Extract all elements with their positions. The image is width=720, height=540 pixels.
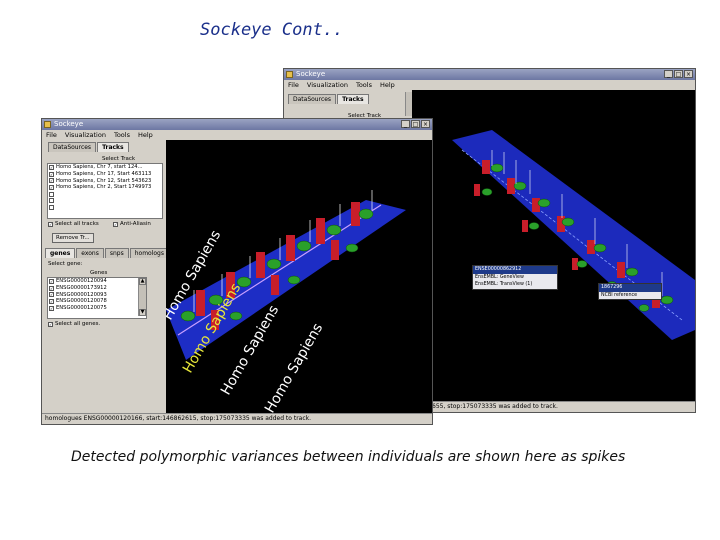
close-icon[interactable]: ×	[684, 70, 693, 78]
tab-snps[interactable]: snps	[104, 248, 129, 258]
context-menu-item[interactable]: ENSE00000862912	[473, 266, 557, 274]
menu-visualization[interactable]: Visualization	[307, 80, 348, 90]
slide-title: Sockeye Cont..	[200, 20, 344, 40]
scene-graphics	[452, 130, 695, 340]
list-item[interactable]: ✓ ENSG00000120093	[48, 291, 146, 298]
track-label: Homo Sapiens, Chr 17, Start 463113	[56, 171, 152, 178]
tabs-scroll[interactable]	[405, 92, 412, 116]
gene-list-scrollbar[interactable]: ▲ ▼	[138, 278, 146, 316]
track-label: Homo Sapiens, Chr 12, Start 543623	[56, 177, 152, 184]
track-checkbox[interactable]: ✓	[49, 164, 54, 170]
list-item[interactable]	[48, 204, 162, 211]
3d-scene-view[interactable]: ENSE00000862912 EnsEMBL: GeneView EnsEMB…	[412, 90, 695, 402]
close-icon[interactable]: ×	[421, 120, 430, 128]
list-item[interactable]: ✓ Homo Sapiens, Chr 12, Start 543623	[48, 177, 162, 184]
menu-bar: File Visualization Tools Help	[284, 80, 695, 90]
anti-alias-label: Anti-Aliasin	[120, 221, 151, 227]
app-icon	[286, 71, 293, 78]
gene-checkbox[interactable]: ✓	[49, 278, 54, 284]
menu-bar: File Visualization Tools Help	[42, 130, 432, 140]
tab-homologs[interactable]: homologs	[129, 248, 169, 258]
tab-tracks[interactable]: Tracks	[337, 94, 369, 104]
tab-tracks[interactable]: Tracks	[97, 142, 129, 152]
gene-checkbox[interactable]: ✓	[49, 305, 54, 311]
slide-caption: Detected polymorphic variances between i…	[71, 449, 626, 465]
gene-label: ENSG00000173912	[56, 285, 107, 292]
title-bar[interactable]: Sockeye _ □ ×	[42, 119, 432, 130]
list-item[interactable]: ✓ ENSG00000173912	[48, 285, 146, 292]
track-checkbox[interactable]	[49, 198, 54, 204]
app-icon	[44, 121, 51, 128]
anti-alias-checkbox[interactable]: ✓	[113, 222, 118, 227]
list-item[interactable]: ✓ Homo Sapiens, Chr 17, Start 463113	[48, 171, 162, 178]
list-item[interactable]: ✓ Homo Sapiens, Chr 7, start 124...	[48, 164, 162, 171]
status-text: 655, stop:175073335 was added to track.	[432, 403, 558, 410]
minimize-icon[interactable]: _	[401, 120, 410, 128]
select-track-label: Select Track	[102, 156, 136, 162]
list-item[interactable]	[48, 197, 162, 204]
maximize-icon[interactable]: □	[411, 120, 420, 128]
track-list: ✓ Homo Sapiens, Chr 7, start 124... ✓ Homo…	[47, 163, 163, 219]
gene-label: ENSG00000120078	[56, 298, 107, 305]
context-menu-item[interactable]: 1867296	[599, 284, 661, 292]
minimize-icon[interactable]: _	[664, 70, 673, 78]
context-menu: ENSE00000862912 EnsEMBL: GeneView EnsEMB…	[472, 265, 558, 290]
context-menu-item[interactable]: NCBI reference	[599, 292, 661, 300]
gene-label: ENSG00000120093	[56, 291, 107, 298]
track-checkbox[interactable]: ✓	[49, 184, 54, 190]
left-panel: DataSources Tracks Select Track ✓ Homo Sa…	[42, 140, 169, 406]
scroll-up-icon[interactable]: ▲	[139, 278, 146, 285]
gene-list: ✓ ENSG00000120094 ✓ ENSG00000173912 ✓ ENSG0…	[47, 277, 147, 319]
title-bar[interactable]: Sockeye _ □ ×	[284, 69, 695, 80]
tab-datasources[interactable]: DataSources	[48, 142, 97, 152]
menu-tools[interactable]: Tools	[356, 80, 372, 90]
status-text: homologues ENSG00000120166, start:146862…	[45, 415, 312, 422]
menu-visualization[interactable]: Visualization	[65, 130, 106, 140]
maximize-icon[interactable]: □	[674, 70, 683, 78]
window-title: Sockeye	[54, 120, 84, 128]
track-checkbox[interactable]: ✓	[49, 171, 54, 177]
list-item[interactable]: ✓ ENSG00000120075	[48, 305, 146, 312]
select-all-genes-checkbox[interactable]: ✓	[48, 322, 53, 327]
tab-datasources[interactable]: DataSources	[288, 94, 337, 104]
menu-file[interactable]: File	[46, 130, 57, 140]
select-all-tracks-checkbox[interactable]: ✓	[48, 222, 53, 227]
tab-exons[interactable]: exons	[76, 248, 104, 258]
select-gene-label: Select gene:	[48, 261, 83, 267]
select-all-genes-label: Select all genes.	[55, 321, 101, 327]
status-bar: homologues ENSG00000120166, start:146862…	[42, 413, 432, 424]
track-label: Homo Sapiens, Chr 7, start 124...	[56, 164, 143, 171]
window-title: Sockeye	[296, 70, 326, 78]
gene-label: ENSG00000120075	[56, 305, 107, 312]
gene-checkbox[interactable]: ✓	[49, 298, 54, 304]
gene-label: ENSG00000120094	[56, 278, 107, 285]
sockeye-window-front: Sockeye _ □ × File Visualization Tools H…	[41, 118, 433, 425]
list-item[interactable]	[48, 191, 162, 198]
3d-scene-view[interactable]: Homo Sapiens Homo Sapiens Homo Sapiens H…	[166, 140, 432, 416]
remove-track-button[interactable]: Remove Tr...	[52, 233, 94, 243]
menu-help[interactable]: Help	[138, 130, 153, 140]
context-menu-item[interactable]: EnsEMBL: GeneView	[473, 274, 557, 282]
list-item[interactable]: ✓ ENSG00000120078	[48, 298, 146, 305]
menu-help[interactable]: Help	[380, 80, 395, 90]
menu-tools[interactable]: Tools	[114, 130, 130, 140]
track-checkbox[interactable]: ✓	[49, 178, 54, 184]
scroll-down-icon[interactable]: ▼	[139, 309, 146, 316]
context-menu-2: 1867296 NCBI reference	[598, 283, 662, 300]
gene-checkbox[interactable]: ✓	[49, 285, 54, 291]
list-item[interactable]: ✓ ENSG00000120094	[48, 278, 146, 285]
menu-file[interactable]: File	[288, 80, 299, 90]
context-menu-item[interactable]: EnsEMBL: TransView (1)	[473, 281, 557, 289]
track-checkbox[interactable]	[49, 191, 54, 197]
tab-genes[interactable]: genes	[45, 248, 76, 258]
track-checkbox[interactable]	[49, 204, 54, 210]
track-label: Homo Sapiens, Chr 2, Start 1749973	[56, 184, 152, 191]
gene-checkbox[interactable]: ✓	[49, 292, 54, 298]
select-all-tracks-label: Select all tracks	[55, 221, 99, 227]
list-item[interactable]: ✓ Homo Sapiens, Chr 2, Start 1749973	[48, 184, 162, 191]
genes-header: Genes	[90, 270, 108, 276]
